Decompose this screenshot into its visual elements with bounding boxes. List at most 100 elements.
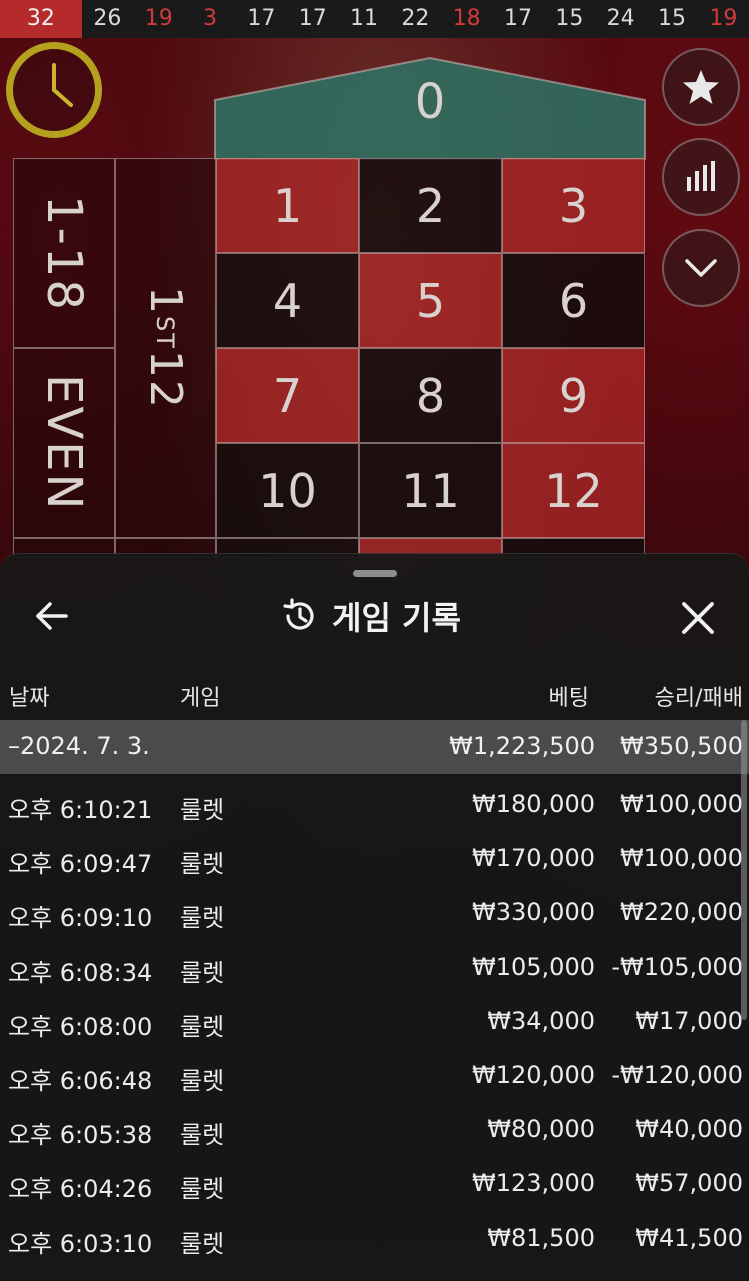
- column-bet: 베팅: [548, 686, 589, 711]
- number-cell-4[interactable]: 4: [216, 253, 359, 348]
- recent-result-number: 26: [93, 6, 122, 31]
- scrollbar[interactable]: [741, 720, 747, 1020]
- row-game: 룰렛: [180, 850, 225, 879]
- number-cell-6[interactable]: 6: [502, 253, 645, 348]
- row-time: 오후 6:05:38: [8, 1121, 153, 1150]
- row-game: 룰렛: [180, 1229, 225, 1258]
- row-bet: ₩120,000: [472, 1060, 595, 1089]
- panel-header: 게임 기록: [280, 592, 461, 640]
- summary-result: ₩350,500: [620, 732, 743, 760]
- number-cell-1[interactable]: 1: [216, 158, 359, 253]
- close-icon: [682, 602, 714, 634]
- history-row[interactable]: 오후 6:08:34 룰렛 ₩105,000 -₩105,000: [0, 941, 749, 995]
- number-cell-11[interactable]: 11: [359, 443, 502, 538]
- row-result: ₩100,000: [620, 844, 743, 873]
- history-icon: [283, 598, 314, 630]
- row-bet: ₩80,000: [487, 1115, 595, 1144]
- row-game: 룰렛: [180, 1012, 225, 1041]
- bar-chart-icon: [687, 161, 715, 191]
- row-bet: ₩123,000: [472, 1169, 595, 1198]
- row-result: ₩40,000: [635, 1115, 743, 1144]
- row-result: ₩41,500: [635, 1223, 743, 1252]
- recent-result-number: 19: [709, 6, 738, 31]
- number-label: 5: [415, 273, 446, 328]
- recent-result-number: 17: [504, 6, 533, 31]
- history-row[interactable]: 오후 6:03:10 룰렛 ₩81,500 ₩41,500: [0, 1212, 749, 1266]
- number-cell-8[interactable]: 8: [359, 348, 502, 443]
- row-bet: ₩34,000: [487, 1006, 595, 1035]
- row-game: 룰렛: [180, 958, 225, 987]
- number-cell-5[interactable]: 5: [359, 253, 502, 348]
- number-cell-2[interactable]: 2: [359, 158, 502, 253]
- bet-even[interactable]: EVEN: [13, 348, 115, 538]
- column-date: 날짜: [9, 686, 50, 711]
- number-label: 6: [558, 273, 589, 328]
- history-row[interactable]: 오후 6:10:21 룰렛 ₩180,000 ₩100,000: [0, 778, 749, 832]
- number-label: 7: [272, 368, 303, 423]
- row-time: 오후 6:06:48: [8, 1066, 153, 1095]
- row-time: 오후 6:04:26: [8, 1175, 153, 1204]
- recent-result-number: 19: [144, 6, 173, 31]
- history-list: 오후 6:10:21 룰렛 ₩180,000 ₩100,000 오후 6:09:47 룰렛…: [0, 778, 749, 1266]
- summary-bet: ₩1,223,500: [449, 732, 595, 760]
- row-time: 오후 6:10:21: [8, 796, 153, 824]
- row-bet: ₩170,000: [472, 844, 595, 873]
- collapse-button[interactable]: [662, 229, 740, 307]
- history-row[interactable]: 오후 6:05:38 룰렛 ₩80,000 ₩40,000: [0, 1103, 749, 1157]
- recent-numbers-bar: 32 26 19 3 17 17 11 22 18 17 15 24 15 19: [0, 0, 749, 38]
- statistics-button[interactable]: [662, 138, 740, 216]
- row-game: 룰렛: [180, 904, 225, 933]
- row-game: 룰렛: [180, 1175, 225, 1204]
- column-game: 게임: [180, 686, 221, 711]
- countdown-timer: [6, 42, 102, 138]
- day-summary-row[interactable]: –2024. 7. 3. ₩1,223,500 ₩350,500: [0, 720, 749, 774]
- recent-result-number: 24: [606, 6, 635, 31]
- row-time: 오후 6:09:47: [8, 850, 153, 879]
- row-bet: ₩180,000: [472, 790, 595, 818]
- recent-result-number: 11: [350, 6, 379, 31]
- row-result: ₩17,000: [635, 1006, 743, 1035]
- number-cell-12[interactable]: 12: [502, 443, 645, 538]
- row-game: 룰렛: [180, 796, 225, 824]
- star-icon: [683, 70, 719, 104]
- row-result: ₩57,000: [635, 1169, 743, 1198]
- arrow-left-icon: [36, 602, 68, 630]
- row-time: 오후 6:08:34: [8, 958, 153, 987]
- favorite-button[interactable]: [662, 48, 740, 126]
- bet-1st-12[interactable]: 1ST12: [115, 158, 216, 538]
- history-row[interactable]: 오후 6:09:10 룰렛 ₩330,000 ₩220,000: [0, 886, 749, 940]
- close-button[interactable]: [676, 596, 720, 640]
- row-bet: ₩81,500: [487, 1223, 595, 1252]
- zero-label: 0: [414, 74, 446, 130]
- row-bet: ₩105,000: [472, 952, 595, 981]
- bet-1-18[interactable]: 1-18: [13, 158, 115, 348]
- panel-title: 게임 기록: [332, 599, 461, 637]
- row-time: 오후 6:03:10: [8, 1229, 153, 1258]
- table-header: 날짜 게임 베팅 승리/패배: [0, 666, 749, 720]
- row-result: ₩100,000: [620, 790, 743, 818]
- drag-handle[interactable]: [353, 570, 397, 577]
- number-label: 1: [272, 178, 303, 233]
- recent-result-number: 17: [247, 6, 276, 31]
- column-result: 승리/패배: [654, 686, 743, 711]
- chevron-down-icon: [685, 259, 717, 277]
- number-cell-10[interactable]: 10: [216, 443, 359, 538]
- history-row[interactable]: 오후 6:06:48 룰렛 ₩120,000 -₩120,000: [0, 1049, 749, 1103]
- clock-icon: [52, 63, 73, 107]
- recent-result-number: 3: [203, 6, 218, 31]
- number-label: 8: [415, 368, 446, 423]
- history-row[interactable]: 오후 6:04:26 룰렛 ₩123,000 ₩57,000: [0, 1157, 749, 1211]
- history-row[interactable]: 오후 6:08:00 룰렛 ₩34,000 ₩17,000: [0, 995, 749, 1049]
- latest-result-number: 32: [0, 0, 82, 38]
- bet-even-label: EVEN: [36, 374, 92, 512]
- recent-result-number: 17: [298, 6, 327, 31]
- number-cell-9[interactable]: 9: [502, 348, 645, 443]
- row-result: -₩105,000: [611, 952, 743, 981]
- number-label: 11: [401, 463, 460, 518]
- back-button[interactable]: [30, 594, 74, 638]
- history-row[interactable]: 오후 6:09:47 룰렛 ₩170,000 ₩100,000: [0, 832, 749, 886]
- number-label: 4: [272, 273, 303, 328]
- bet-1st-12-label: 1ST12: [140, 286, 191, 410]
- number-cell-3[interactable]: 3: [502, 158, 645, 253]
- number-cell-7[interactable]: 7: [216, 348, 359, 443]
